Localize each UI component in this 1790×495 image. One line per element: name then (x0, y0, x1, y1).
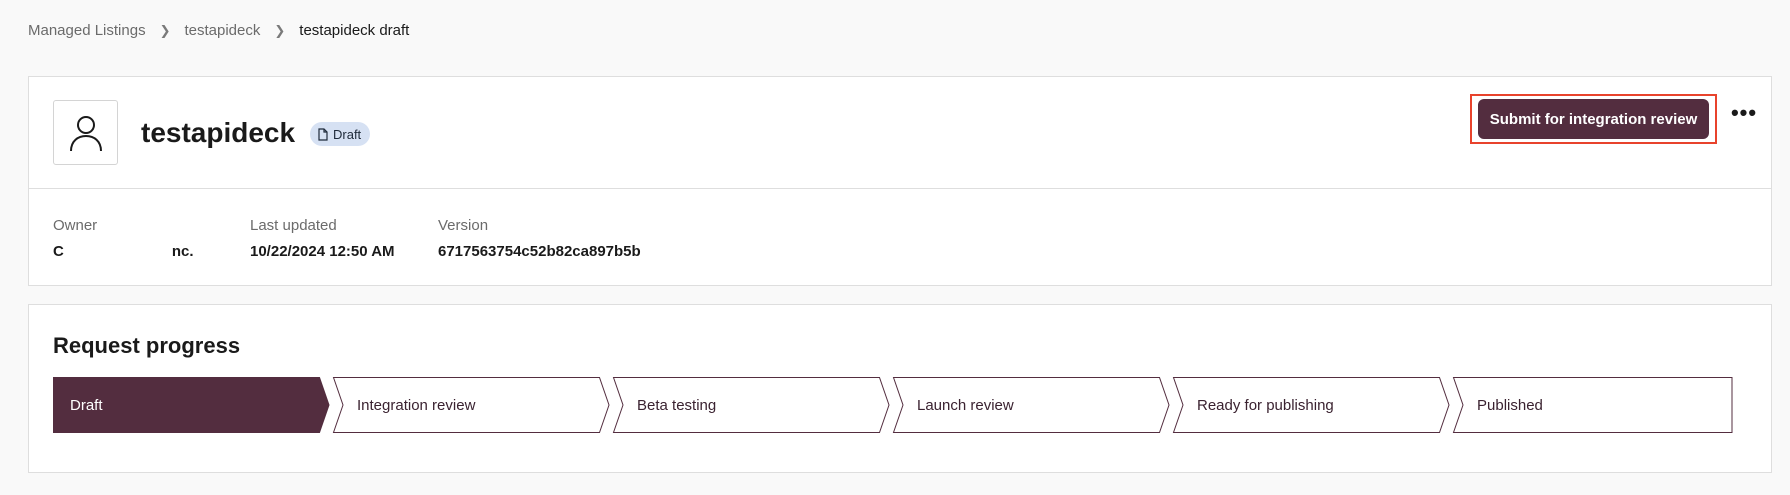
status-badge: Draft (310, 122, 371, 146)
redacted-region (63, 245, 172, 260)
version-value: 6717563754c52b82ca897b5b (438, 243, 641, 260)
owner-value-start: C (53, 243, 64, 260)
progress-step-published: Published (1477, 396, 1543, 414)
chevron-right-icon: ❯ (159, 22, 171, 38)
progress-step-integration-review: Integration review (357, 396, 476, 414)
breadcrumb-managed-listings[interactable]: Managed Listings (28, 22, 146, 39)
submit-button-highlight: Submit for integration review (1470, 94, 1717, 144)
user-icon (69, 115, 102, 151)
progress-step-beta-testing: Beta testing (637, 396, 717, 414)
owner-label: Owner (53, 217, 98, 234)
chevron-right-icon: ❯ (274, 22, 286, 38)
version-label: Version (438, 217, 489, 234)
document-icon (318, 127, 328, 141)
progress-stepper: Draft Integration review Beta testing Launc… (53, 377, 1733, 433)
status-badge-label: Draft (333, 126, 362, 142)
breadcrumb-current: testapideck draft (299, 22, 410, 39)
more-options-icon[interactable]: ••• (1729, 100, 1759, 125)
listing-meta-card: Owner Cnc. Last updated 10/22/2024 12:50… (28, 189, 1772, 286)
request-progress-card: Request progress Draft Integration review… (28, 304, 1772, 473)
listing-header-card: testapideck Draft Submit for integration… (28, 76, 1772, 189)
owner-value-end: nc. (171, 243, 194, 260)
last-updated-label: Last updated (250, 217, 337, 234)
owner-value: Cnc. (53, 243, 194, 260)
breadcrumb-listing[interactable]: testapideck (184, 22, 260, 39)
progress-step-draft: Draft (70, 396, 103, 414)
page-title: testapideck (141, 117, 296, 148)
breadcrumb: Managed Listings ❯ testapideck ❯ testapi… (28, 22, 409, 39)
last-updated-field: Last updated 10/22/2024 12:50 AM (250, 217, 395, 260)
version-field: Version 6717563754c52b82ca897b5b (438, 217, 641, 260)
last-updated-value: 10/22/2024 12:50 AM (250, 243, 395, 260)
progress-step-ready-for-publishing: Ready for publishing (1197, 396, 1334, 414)
submit-for-integration-review-button[interactable]: Submit for integration review (1478, 99, 1709, 139)
owner-field: Owner Cnc. (53, 217, 194, 260)
progress-step-launch-review: Launch review (917, 396, 1014, 414)
avatar (53, 100, 118, 165)
request-progress-title: Request progress (53, 333, 241, 358)
